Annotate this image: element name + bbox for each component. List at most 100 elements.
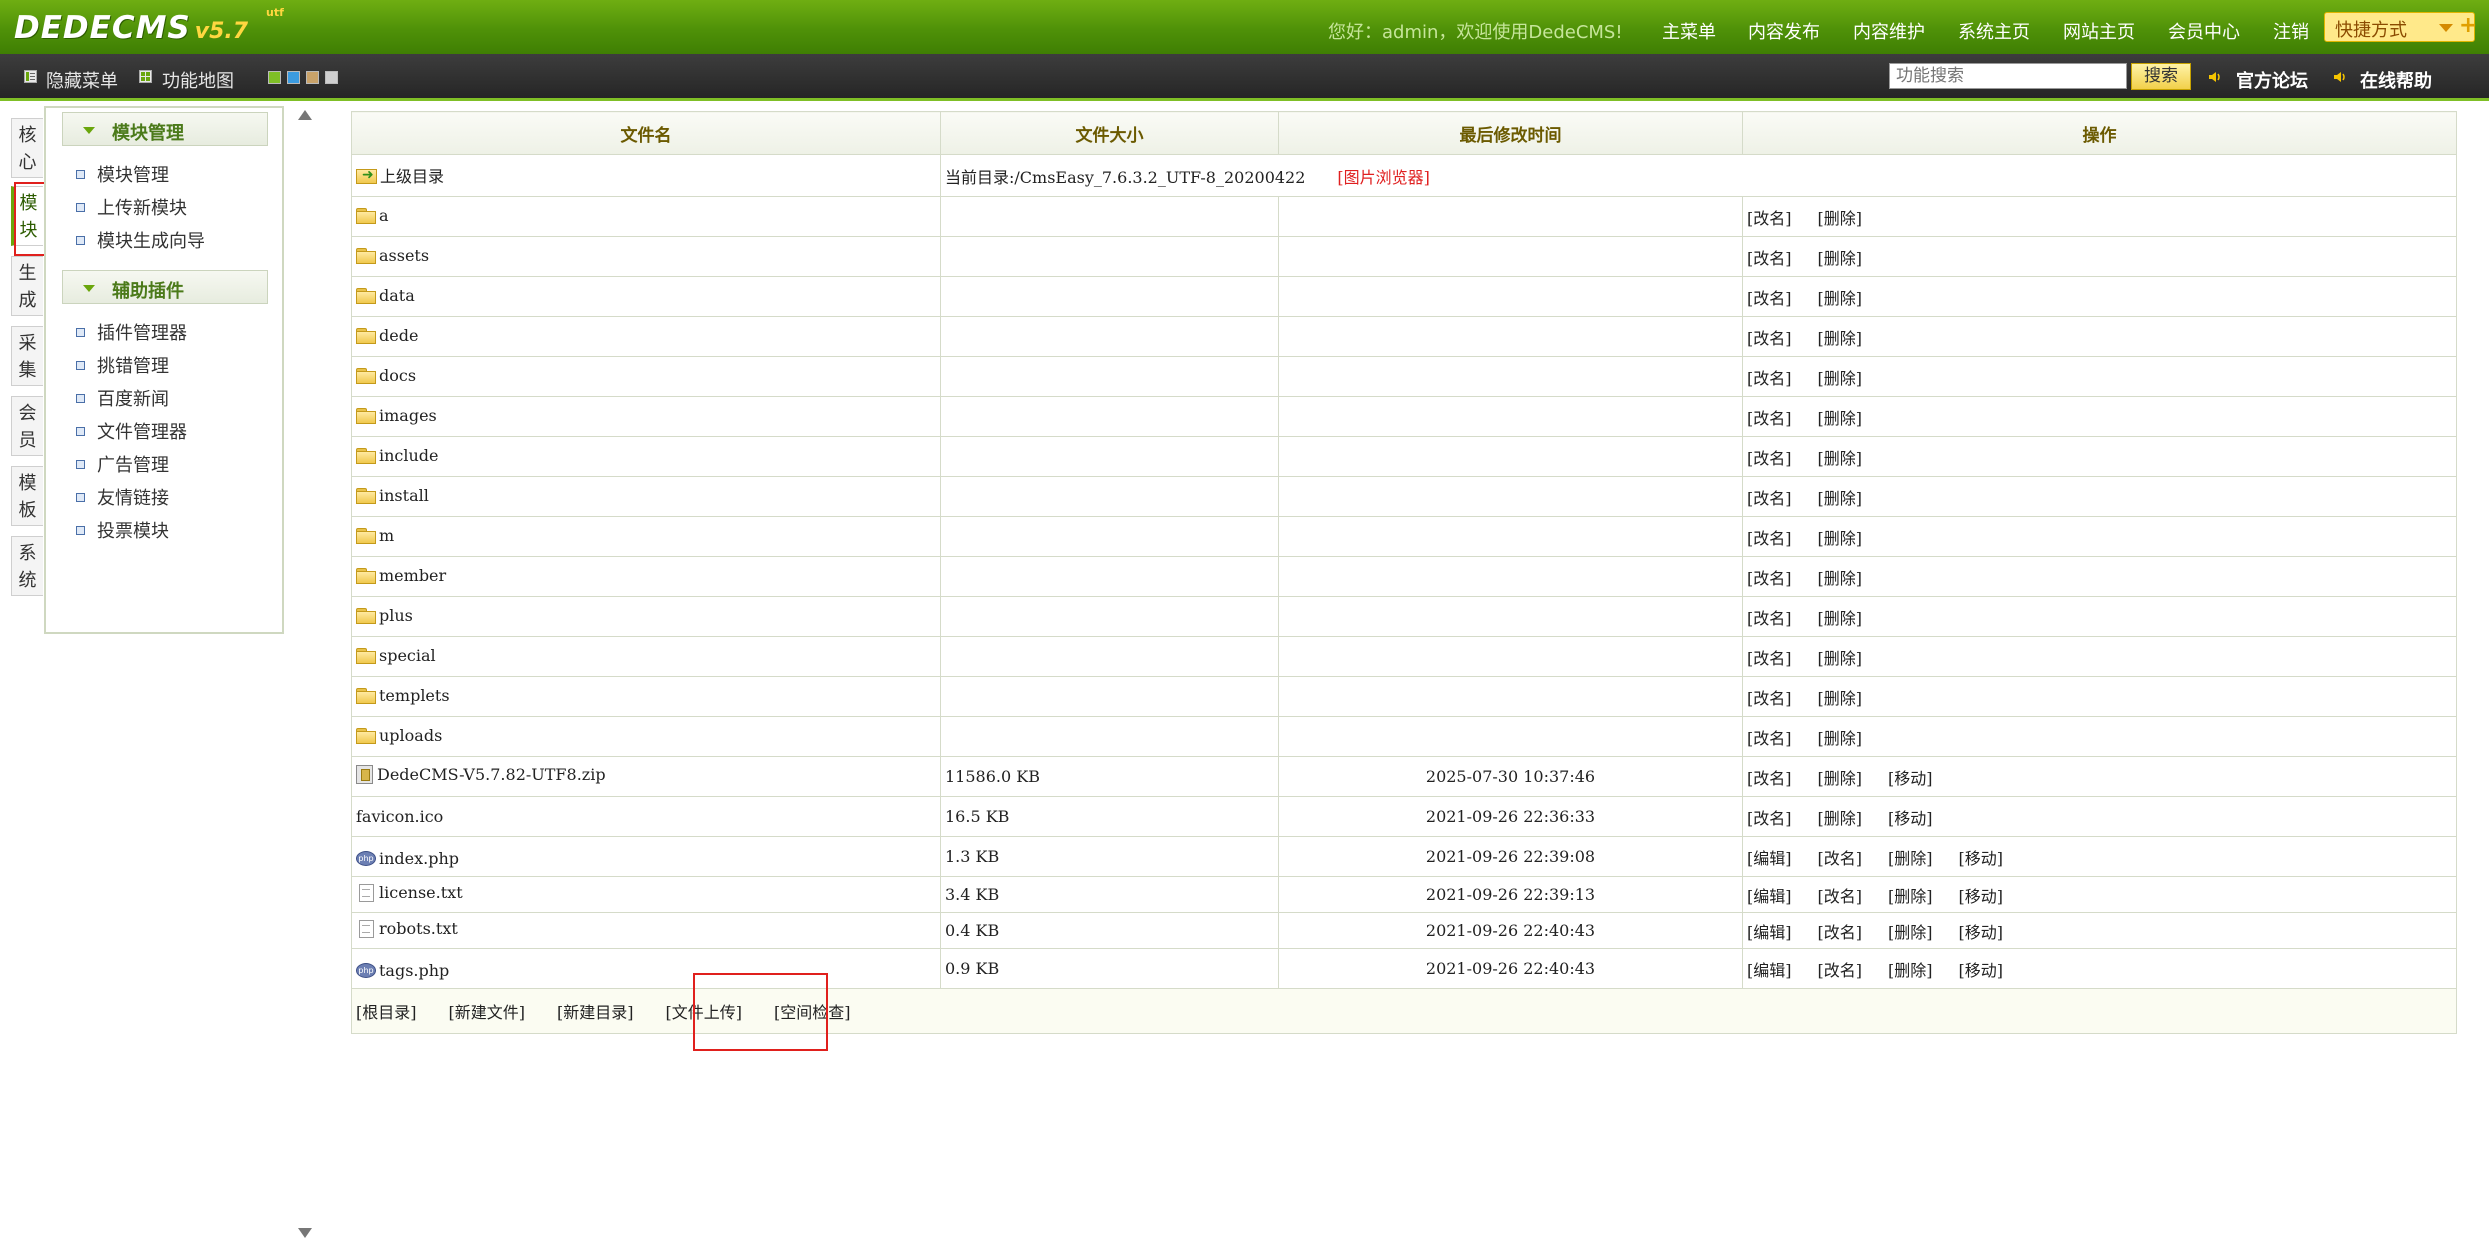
move-link[interactable]: [移动] <box>1888 809 1933 828</box>
rename-link[interactable]: [改名] <box>1747 609 1792 628</box>
parent-dir-cell[interactable]: 上级目录 <box>351 154 941 197</box>
folder-name-link[interactable]: data <box>379 286 415 305</box>
nav-member-center[interactable]: 会员中心 <box>2168 18 2240 44</box>
rename-link[interactable]: [改名] <box>1818 887 1863 906</box>
folder-name-cell[interactable]: include <box>351 436 941 477</box>
folder-name-link[interactable]: include <box>379 446 439 465</box>
delete-link[interactable]: [删除] <box>1818 729 1863 748</box>
delete-link[interactable]: [删除] <box>1818 209 1863 228</box>
image-browser-link[interactable]: [图片浏览器] <box>1337 168 1430 187</box>
rename-link[interactable]: [改名] <box>1747 249 1792 268</box>
delete-link[interactable]: [删除] <box>1818 569 1863 588</box>
menu-item-baidu-news[interactable]: 百度新闻 <box>76 385 169 411</box>
rename-link[interactable]: [改名] <box>1747 449 1792 468</box>
folder-name-link[interactable]: m <box>379 526 394 545</box>
side-tab-system[interactable]: 系统 <box>11 536 43 596</box>
rename-link[interactable]: [改名] <box>1747 489 1792 508</box>
delete-link[interactable]: [删除] <box>1818 369 1863 388</box>
rename-link[interactable]: [改名] <box>1818 961 1863 980</box>
rename-link[interactable]: [改名] <box>1747 649 1792 668</box>
folder-name-cell[interactable]: a <box>351 196 941 237</box>
file-upload-link[interactable]: [文件上传] <box>666 1003 743 1022</box>
delete-link[interactable]: [删除] <box>1818 689 1863 708</box>
scroll-up-arrow-icon[interactable] <box>298 110 312 120</box>
online-help-link[interactable]: 在线帮助 <box>2360 67 2432 93</box>
skin-blue-swatch[interactable] <box>287 71 300 84</box>
side-tab-member[interactable]: 会员 <box>11 396 43 456</box>
site-map-link[interactable]: 功能地图 <box>162 67 234 93</box>
folder-name-cell[interactable]: docs <box>351 356 941 397</box>
rename-link[interactable]: [改名] <box>1747 689 1792 708</box>
file-name-link[interactable]: DedeCMS-V5.7.82-UTF8.zip <box>377 765 606 784</box>
skin-gray-swatch[interactable] <box>325 71 338 84</box>
delete-link[interactable]: [删除] <box>1818 609 1863 628</box>
nav-system-home[interactable]: 系统主页 <box>1958 18 2030 44</box>
parent-dir-link[interactable]: 上级目录 <box>380 163 444 187</box>
delete-link[interactable]: [删除] <box>1888 961 1933 980</box>
dedecms-logo[interactable]: DEDECMS v5.7 utf <box>14 6 284 50</box>
folder-name-cell[interactable]: assets <box>351 236 941 277</box>
menu-item-file-manager[interactable]: 文件管理器 <box>76 418 187 444</box>
folder-name-link[interactable]: templets <box>379 686 450 705</box>
file-name-cell[interactable]: robots.txt <box>351 912 941 949</box>
folder-name-link[interactable]: dede <box>379 326 418 345</box>
side-tab-collect[interactable]: 采集 <box>11 326 43 386</box>
file-name-link[interactable]: robots.txt <box>379 919 458 938</box>
file-name-cell[interactable]: DedeCMS-V5.7.82-UTF8.zip <box>351 756 941 797</box>
folder-name-cell[interactable]: data <box>351 276 941 317</box>
rename-link[interactable]: [改名] <box>1747 209 1792 228</box>
file-name-link[interactable]: index.php <box>379 849 459 868</box>
rename-link[interactable]: [改名] <box>1747 329 1792 348</box>
rename-link[interactable]: [改名] <box>1747 289 1792 308</box>
edit-link[interactable]: [编辑] <box>1747 923 1792 942</box>
folder-name-link[interactable]: docs <box>379 366 416 385</box>
menu-item-upload-module[interactable]: 上传新模块 <box>76 194 187 220</box>
delete-link[interactable]: [删除] <box>1888 923 1933 942</box>
rename-link[interactable]: [改名] <box>1818 849 1863 868</box>
delete-link[interactable]: [删除] <box>1818 449 1863 468</box>
folder-name-link[interactable]: install <box>379 486 429 505</box>
new-dir-link[interactable]: [新建目录] <box>557 1003 634 1022</box>
menu-section-plugins[interactable]: 辅助插件 <box>62 270 268 304</box>
nav-main-menu[interactable]: 主菜单 <box>1662 18 1716 44</box>
rename-link[interactable]: [改名] <box>1747 809 1792 828</box>
folder-name-cell[interactable]: templets <box>351 676 941 717</box>
file-name-cell[interactable]: favicon.ico <box>351 796 941 837</box>
move-link[interactable]: [移动] <box>1959 887 2004 906</box>
nav-site-home[interactable]: 网站主页 <box>2063 18 2135 44</box>
folder-name-cell[interactable]: m <box>351 516 941 557</box>
side-tab-core[interactable]: 核心 <box>11 118 43 178</box>
folder-name-cell[interactable]: dede <box>351 316 941 357</box>
root-dir-link[interactable]: [根目录] <box>356 1003 417 1022</box>
menu-item-module-manage[interactable]: 模块管理 <box>76 161 169 187</box>
function-search-input[interactable] <box>1889 63 2127 89</box>
menu-item-plugin-manager[interactable]: 插件管理器 <box>76 319 187 345</box>
move-link[interactable]: [移动] <box>1959 923 2004 942</box>
menu-section-module-manage[interactable]: 模块管理 <box>62 112 268 146</box>
folder-name-cell[interactable]: install <box>351 476 941 517</box>
rename-link[interactable]: [改名] <box>1747 769 1792 788</box>
space-check-link[interactable]: [空间检查] <box>774 1003 851 1022</box>
official-forum-link[interactable]: 官方论坛 <box>2236 67 2308 93</box>
folder-name-cell[interactable]: special <box>351 636 941 677</box>
folder-name-cell[interactable]: images <box>351 396 941 437</box>
skin-green-swatch[interactable] <box>268 71 281 84</box>
folder-name-cell[interactable]: plus <box>351 596 941 637</box>
plus-icon[interactable]: + <box>2459 13 2477 38</box>
nav-logout[interactable]: 注销 <box>2273 18 2309 44</box>
delete-link[interactable]: [删除] <box>1818 249 1863 268</box>
menu-item-vote-module[interactable]: 投票模块 <box>76 517 169 543</box>
nav-content-publish[interactable]: 内容发布 <box>1748 18 1820 44</box>
delete-link[interactable]: [删除] <box>1818 809 1863 828</box>
search-button[interactable]: 搜索 <box>2131 63 2191 90</box>
delete-link[interactable]: [删除] <box>1818 529 1863 548</box>
file-name-link[interactable]: favicon.ico <box>356 807 443 826</box>
delete-link[interactable]: [删除] <box>1818 289 1863 308</box>
folder-name-link[interactable]: plus <box>379 606 413 625</box>
delete-link[interactable]: [删除] <box>1818 409 1863 428</box>
file-name-link[interactable]: tags.php <box>379 961 449 980</box>
rename-link[interactable]: [改名] <box>1747 569 1792 588</box>
move-link[interactable]: [移动] <box>1959 961 2004 980</box>
side-tab-module[interactable]: 模块 <box>11 186 43 246</box>
folder-name-link[interactable]: uploads <box>379 726 442 745</box>
